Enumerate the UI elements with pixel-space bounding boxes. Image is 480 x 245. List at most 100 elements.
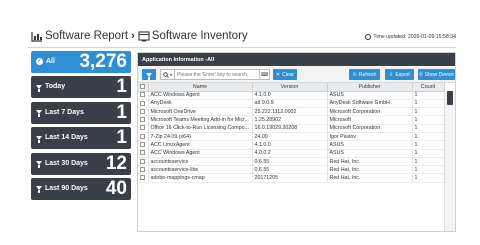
cell-name: accountsservice [148, 157, 253, 167]
breadcrumb-root[interactable]: Software Report [45, 30, 128, 42]
filter-sidebar: ✓ All 3,276 Today 1 Last 7 Days 1 Last 14… [31, 51, 131, 203]
cell-count: 1 [412, 149, 445, 158]
row-checkbox[interactable] [138, 115, 149, 125]
cell-publisher: ASUS [327, 91, 413, 100]
table-row[interactable]: accountsservice 0.6.55 Red Hat, Inc. 1 [138, 157, 445, 167]
filter-count: 40 [105, 177, 127, 199]
row-checkbox[interactable] [138, 149, 149, 158]
filter-count: 3,276 [79, 51, 127, 72]
table-row[interactable]: AnyDesk ad 9.0.9 AnyDesk Software GmbH 1 [138, 99, 445, 109]
cell-publisher: Microsoft [327, 115, 413, 125]
table-row[interactable]: adobe-mappings-cmap 20171205 Red Hat, Inc.… [138, 173, 445, 183]
cell-name: ACC LinuxAgent [148, 140, 253, 150]
cell-name: accountsservice-libs [148, 165, 253, 175]
funnel-icon [36, 186, 42, 194]
cell-count: 1 [412, 115, 445, 125]
refresh-icon: ↻ [352, 71, 357, 78]
report-chart-icon [31, 31, 43, 42]
filter-tile-last-90-days[interactable]: Last 90 Days 40 [31, 177, 131, 200]
cell-version: 4.1.0.0 [252, 91, 328, 100]
chevron-right-icon: › [131, 30, 135, 42]
time-updated: Time updated: 2026-01-09 15:58:34 [365, 34, 456, 40]
cell-count: 1 [412, 132, 445, 142]
clear-button[interactable]: ✕ Clear [273, 69, 297, 80]
filter-label: Last 7 Days [45, 108, 84, 116]
row-checkbox[interactable] [138, 165, 149, 175]
cell-version: 24.09 [252, 132, 328, 142]
filter-tile-last-30-days[interactable]: Last 30 Days 12 [31, 152, 131, 175]
table-row[interactable]: ACC Windows Agent 4.1.0.0 ASUS 1 [138, 91, 445, 100]
filter-count: 12 [105, 152, 127, 174]
cell-version: 4.0.0.2 [252, 149, 328, 158]
table-row[interactable]: Microsoft OneDrive 25.222.1112.0002 Micros… [138, 107, 445, 117]
cell-count: 1 [412, 99, 445, 109]
cell-publisher: Red Hat, Inc. [327, 157, 413, 167]
cell-name: ACC Windows Agent [148, 149, 253, 158]
filter-tile-today[interactable]: Today 1 [31, 76, 131, 99]
select-all-checkbox[interactable] [138, 83, 149, 92]
row-checkbox[interactable] [138, 124, 149, 134]
filter-count: 1 [116, 127, 127, 149]
cell-publisher: Red Hat, Inc. [327, 165, 413, 175]
filter-count: 1 [116, 101, 127, 123]
time-updated-text: Time updated: 2026-01-09 15:58:34 [373, 34, 456, 40]
cell-publisher: Igor Pavlov [327, 132, 413, 142]
page-header: Software Report › Software Inventory Tim… [28, 26, 456, 48]
funnel-icon [36, 84, 42, 92]
row-checkbox[interactable] [138, 157, 149, 167]
filter-label: Last 90 Days [45, 184, 88, 192]
app-frame: Software Report › Software Inventory Tim… [28, 26, 456, 232]
refresh-button[interactable]: ↻ Refresh [349, 69, 380, 80]
table-row[interactable]: ACC LinuxAgent 4.1.0.0 ASUS 1 [138, 140, 445, 150]
cell-publisher: Red Hat, Inc. [327, 173, 413, 183]
software-table: Name Version Publisher Count ACC Windows… [138, 83, 445, 183]
show-device-button[interactable]: ⚲ Show Device [418, 69, 455, 80]
table-row[interactable]: Microsoft Teams Meeting Add-in for Micr.… [138, 115, 445, 125]
row-checkbox[interactable] [138, 132, 149, 142]
device-search-icon: ⚲ [419, 71, 423, 78]
cell-version: 0.6.55 [252, 157, 328, 167]
cell-version: 20171205 [252, 173, 328, 183]
export-button[interactable]: ⇩ Export [385, 69, 414, 80]
search-dropdown[interactable]: ▾ [161, 70, 175, 79]
cell-name: 7-Zip 24.09 (x64) [148, 132, 253, 142]
table-row[interactable]: accountsservice-libs 0.6.55 Red Hat, Inc. 1 [138, 165, 445, 175]
row-checkbox[interactable] [138, 99, 149, 109]
keyboard-icon[interactable]: ⌨ [259, 70, 269, 79]
cell-version: 4.1.0.0 [252, 140, 328, 150]
column-header-count[interactable]: Count [412, 83, 445, 92]
row-checkbox[interactable] [138, 107, 149, 117]
filter-label: All [46, 58, 55, 65]
row-checkbox[interactable] [138, 173, 149, 183]
cell-count: 1 [412, 173, 445, 183]
filter-label: Last 14 Days [45, 134, 88, 142]
funnel-icon [36, 110, 42, 118]
panel-title: Application Information -All [138, 53, 455, 66]
scrollbar-thumb[interactable] [447, 91, 453, 105]
column-header-name[interactable]: Name [148, 83, 253, 92]
clear-label: Clear [282, 71, 295, 78]
cell-publisher: AnyDesk Software GmbH [327, 99, 413, 109]
filter-tile-all[interactable]: ✓ All 3,276 [31, 51, 131, 73]
table-scrollbar[interactable] [444, 91, 455, 231]
filter-tile-last-14-days[interactable]: Last 14 Days 1 [31, 127, 131, 150]
row-checkbox[interactable] [138, 140, 149, 150]
cell-version: 16.0.19029.20208 [252, 124, 328, 134]
filter-tile-last-7-days[interactable]: Last 7 Days 1 [31, 101, 131, 124]
filter-button[interactable] [142, 69, 156, 80]
cell-version: 0.6.55 [252, 165, 328, 175]
cell-publisher: ASUS [327, 140, 413, 150]
table-row[interactable]: ACC Windows Agent 4.0.0.2 ASUS 1 [138, 149, 445, 158]
funnel-icon [36, 161, 42, 169]
column-header-publisher[interactable]: Publisher [327, 83, 413, 92]
column-header-version[interactable]: Version [252, 83, 328, 92]
table-row[interactable]: 7-Zip 24.09 (x64) 24.09 Igor Pavlov 1 [138, 132, 445, 142]
cell-publisher: ASUS [327, 149, 413, 158]
cell-count: 1 [412, 165, 445, 175]
search-input[interactable] [175, 71, 255, 78]
chevron-down-icon: ▾ [169, 72, 172, 77]
row-checkbox[interactable] [138, 91, 149, 100]
cell-count: 1 [412, 140, 445, 150]
breadcrumb: Software Report › Software Inventory [31, 30, 248, 42]
table-row[interactable]: Office 16 Click-to-Run Licensing Compo..… [138, 124, 445, 134]
